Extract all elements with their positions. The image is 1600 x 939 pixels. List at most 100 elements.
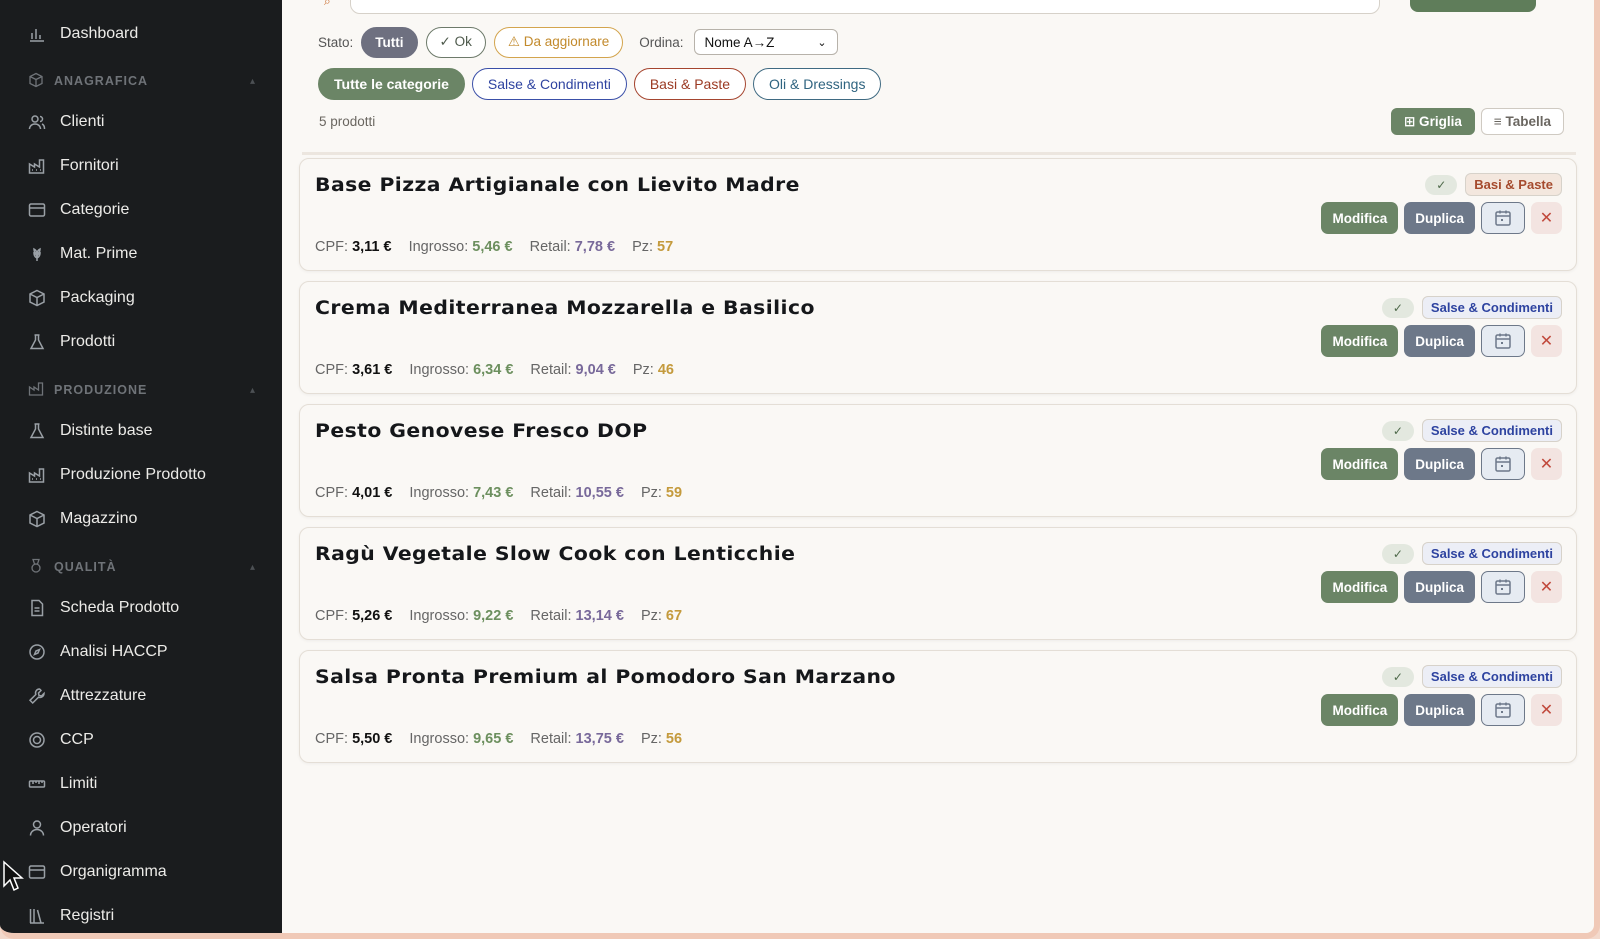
target-icon	[28, 731, 46, 749]
sidebar-item-clienti[interactable]: Clienti	[28, 107, 258, 137]
sidebar-item-limiti[interactable]: Limiti	[28, 769, 258, 799]
order-select[interactable]: Nome A→Z ⌄	[693, 29, 838, 55]
retail-label: Retail:	[530, 608, 572, 624]
sidebar-item-label: Magazzino	[60, 510, 138, 527]
filter-tutti[interactable]: Tutti	[361, 26, 418, 58]
sidebar-item-scheda-prodotto[interactable]: Scheda Prodotto	[28, 593, 258, 623]
sidebar-item-label: Analisi HACCP	[60, 643, 168, 660]
category-badge: Salse & Condimenti	[1421, 419, 1562, 442]
retail-label: Retail:	[530, 485, 572, 501]
pz-label: Pz:	[640, 608, 662, 624]
view-toggle: ⊞ Griglia ≡ Tabella	[1391, 108, 1564, 135]
status-ok-badge: ✓	[1381, 297, 1414, 318]
cube-icon	[28, 72, 44, 91]
product-name: Pesto Genovese Fresco DOP	[315, 421, 648, 442]
calendar-button[interactable]	[1481, 325, 1525, 357]
cpf-value: 3,61 €	[352, 362, 393, 378]
chevron-down-icon: ⌄	[817, 36, 827, 49]
delete-button[interactable]: ✕	[1531, 448, 1562, 480]
category-oli-dressings[interactable]: Oli & Dressings	[753, 68, 882, 100]
sidebar-item-packaging[interactable]: Packaging	[28, 283, 258, 313]
sidebar-item-label: Limiti	[60, 775, 98, 792]
sidebar-item-distinte-base[interactable]: Distinte base	[28, 416, 258, 446]
factory-icon	[28, 466, 46, 484]
calendar-button[interactable]	[1481, 202, 1525, 234]
ingrosso-label: Ingrosso:	[409, 362, 470, 378]
calendar-button[interactable]	[1481, 448, 1525, 480]
ingrosso-value: 6,34 €	[473, 362, 514, 378]
sidebar-item-dashboard[interactable]: Dashboard	[28, 19, 258, 49]
category-badge: Salse & Condimenti	[1421, 296, 1562, 319]
duplicate-button[interactable]: Duplica	[1404, 571, 1475, 603]
retail-value: 10,55 €	[575, 485, 624, 501]
order-label: Ordina:	[639, 34, 684, 50]
delete-button[interactable]: ✕	[1531, 202, 1562, 234]
order-value: Nome A→Z	[704, 34, 775, 50]
edit-button[interactable]: Modifica	[1321, 325, 1399, 357]
edit-button[interactable]: Modifica	[1321, 694, 1399, 726]
pz-value: 59	[665, 485, 683, 501]
chevron-up-icon: ▴	[249, 561, 256, 573]
sidebar-item-mat-prime[interactable]: Mat. Prime	[28, 239, 258, 269]
sidebar-item-label: Prodotti	[60, 333, 116, 350]
sidebar-item-magazzino[interactable]: Magazzino	[28, 504, 258, 534]
sidebar-item-prodotti[interactable]: Prodotti	[28, 327, 258, 357]
delete-button[interactable]: ✕	[1531, 571, 1562, 603]
product-prices: CPF: 3,11 € Ingrosso: 5,46 € Retail: 7,7…	[315, 239, 673, 255]
duplicate-button[interactable]: Duplica	[1404, 448, 1475, 480]
sidebar-item-produzione-prodotto[interactable]: Produzione Prodotto	[28, 460, 258, 490]
sidebar-item-label: Mat. Prime	[60, 245, 138, 262]
section-produzione[interactable]: PRODUZIONE ▴	[28, 379, 256, 401]
filter-ok[interactable]: ✓ Ok	[425, 26, 486, 58]
calendar-icon	[1495, 210, 1511, 226]
delete-button[interactable]: ✕	[1531, 694, 1562, 726]
sidebar-item-label: Registri	[60, 907, 115, 924]
delete-button[interactable]: ✕	[1531, 325, 1562, 357]
calendar-button[interactable]	[1481, 694, 1525, 726]
edit-button[interactable]: Modifica	[1321, 448, 1399, 480]
user-icon	[28, 819, 46, 837]
sidebar-item-registri[interactable]: Registri	[28, 901, 258, 931]
sidebar-item-attrezzature[interactable]: Attrezzature	[28, 681, 258, 711]
cpf-label: CPF:	[315, 608, 349, 624]
sidebar-item-operatori[interactable]: Operatori	[28, 813, 258, 843]
view-grid-button[interactable]: ⊞ Griglia	[1391, 108, 1475, 135]
sidebar-item-label: Packaging	[60, 289, 135, 306]
sidebar-item-categorie[interactable]: Categorie	[28, 195, 258, 225]
view-table-button[interactable]: ≡ Tabella	[1480, 108, 1564, 135]
product-count: 5 prodotti	[319, 114, 376, 129]
factory-icon	[28, 157, 46, 175]
ruler-icon	[28, 775, 46, 793]
sidebar-item-ccp[interactable]: CCP	[28, 725, 258, 755]
calendar-icon	[1495, 702, 1511, 718]
edit-button[interactable]: Modifica	[1321, 202, 1399, 234]
category-tutte[interactable]: Tutte le categorie	[318, 68, 465, 100]
edit-button[interactable]: Modifica	[1321, 571, 1399, 603]
duplicate-button[interactable]: Duplica	[1404, 325, 1475, 357]
file-icon	[28, 599, 46, 617]
sidebar-item-analisi-haccp[interactable]: Analisi HACCP	[28, 637, 258, 667]
section-anagrafica[interactable]: ANAGRAFICA ▴	[28, 70, 256, 92]
sidebar-item-organigramma[interactable]: Organigramma	[28, 857, 258, 887]
category-basi-paste[interactable]: Basi & Paste	[633, 68, 746, 100]
section-qualita[interactable]: QUALITÀ ▴	[28, 556, 256, 578]
pz-value: 56	[665, 731, 683, 747]
search-input[interactable]	[350, 0, 1380, 14]
duplicate-button[interactable]: Duplica	[1404, 694, 1475, 726]
sidebar-item-label: CCP	[60, 731, 94, 748]
status-ok-badge: ✓	[1381, 543, 1414, 564]
sidebar-item-label: Scheda Prodotto	[60, 599, 180, 616]
category-salse-condimenti[interactable]: Salse & Condimenti	[471, 68, 627, 100]
calendar-button[interactable]	[1481, 571, 1525, 603]
retail-value: 13,75 €	[575, 731, 624, 747]
pz-label: Pz:	[632, 362, 654, 378]
wheat-icon	[28, 245, 46, 263]
category-badge: Salse & Condimenti	[1421, 665, 1562, 688]
chevron-up-icon: ▴	[249, 75, 256, 87]
cpf-label: CPF:	[315, 731, 349, 747]
new-product-button[interactable]	[1410, 0, 1536, 12]
filter-da-aggiornare[interactable]: ⚠ Da aggiornare	[493, 26, 624, 58]
bar-chart-icon	[28, 25, 46, 43]
sidebar-item-fornitori[interactable]: Fornitori	[28, 151, 258, 181]
duplicate-button[interactable]: Duplica	[1404, 202, 1475, 234]
